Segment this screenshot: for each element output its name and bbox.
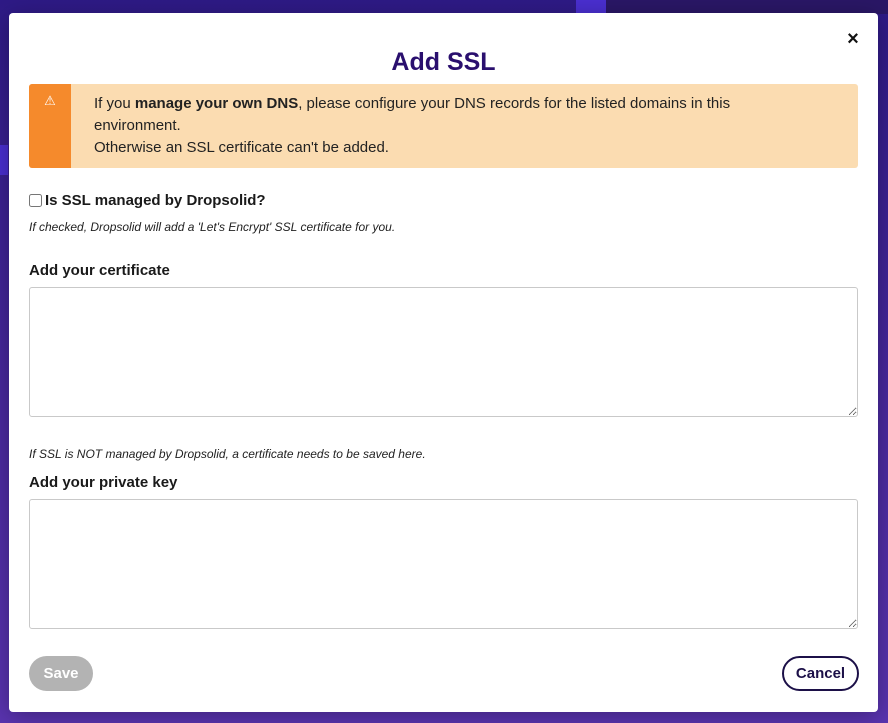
ssl-managed-label[interactable]: Is SSL managed by Dropsolid? — [45, 192, 266, 209]
backdrop-header — [606, 0, 888, 14]
dns-warning-alert: ⚠ If you manage your own DNS, please con… — [29, 84, 858, 168]
modal-title: Add SSL — [391, 48, 496, 76]
backdrop-tab — [0, 145, 8, 175]
alert-bar: ⚠ — [29, 84, 71, 168]
warning-icon: ⚠ — [44, 93, 56, 108]
cancel-button[interactable]: Cancel — [782, 656, 859, 691]
ssl-managed-help: If checked, Dropsolid will add a 'Let's … — [29, 220, 396, 234]
alert-text-prefix: If you — [94, 95, 135, 112]
close-icon[interactable]: × — [843, 29, 863, 49]
private-key-label: Add your private key — [29, 474, 178, 491]
alert-text-bold: manage your own DNS — [134, 95, 299, 112]
save-button[interactable]: Save — [29, 656, 93, 691]
add-ssl-modal: Add SSL × ⚠ If you manage your own DNS, … — [9, 13, 878, 712]
certificate-help: If SSL is NOT managed by Dropsolid, a ce… — [29, 447, 426, 461]
alert-message: If you manage your own DNS, please confi… — [94, 93, 794, 159]
certificate-label: Add your certificate — [29, 262, 170, 279]
certificate-textarea[interactable] — [29, 287, 858, 417]
ssl-managed-checkbox[interactable] — [29, 193, 42, 207]
backdrop-accent — [576, 0, 606, 14]
alert-text-line2: Otherwise an SSL certificate can't be ad… — [94, 139, 389, 156]
private-key-textarea[interactable] — [29, 499, 858, 629]
ssl-managed-row: Is SSL managed by Dropsolid? — [29, 191, 266, 209]
